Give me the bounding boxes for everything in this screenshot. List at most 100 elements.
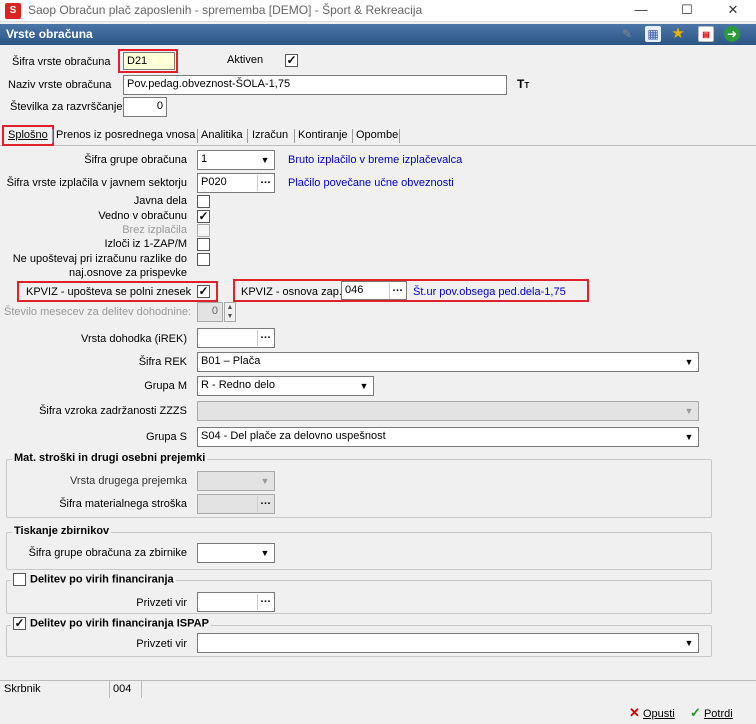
chevron-down-icon: ▼ [684, 357, 694, 367]
chevron-down-icon: ▼ [684, 638, 694, 648]
delitev-checkbox[interactable] [13, 573, 26, 586]
grupa-obracuna-select[interactable]: 1 ▼ [197, 150, 275, 170]
maximize-button[interactable]: ☐ [664, 0, 710, 22]
potrdi-button[interactable]: ✓ Potrdi [690, 705, 733, 721]
materialni-strosek-input: … [197, 494, 275, 514]
sifra-rek-label: Šifra REK [138, 356, 187, 368]
text-format-icon[interactable]: TT [517, 77, 529, 91]
vedno-label: Vedno v obračunu [98, 210, 187, 222]
sifra-vrste-label: Šifra vrste obračuna [12, 56, 111, 68]
tab-izracun[interactable]: Izračun [252, 129, 288, 141]
delitev-ispap-vir-label: Privzeti vir [136, 638, 187, 650]
skrbnik-label: Skrbnik [4, 683, 41, 695]
ellipsis-icon[interactable]: … [389, 283, 405, 299]
grupa-m-value: R - Redno delo [201, 379, 275, 391]
vrsta-prejemka-select: ▼ [197, 471, 275, 491]
ellipsis-icon[interactable]: … [257, 594, 273, 610]
sifra-rek-value: B01 – Plača [201, 355, 261, 367]
tab-splosno[interactable]: Splošno [8, 129, 48, 141]
naziv-input[interactable]: Pov.pedag.obveznost-ŠOLA-1,75 [123, 75, 507, 95]
delitev-ispap-title: Delitev po virih financiranja ISPAP [30, 617, 209, 630]
zzzs-select: ▼ [197, 401, 699, 421]
javna-dela-checkbox[interactable] [197, 195, 210, 208]
delitev-ispap-header: ✓ Delitev po virih financiranja ISPAP [11, 617, 211, 630]
stevilka-input[interactable]: 0 [123, 97, 167, 117]
sifra-rek-select[interactable]: B01 – Plača ▼ [197, 352, 699, 372]
kpviz-osnova-input[interactable]: 046… [341, 281, 407, 300]
stevilka-label: Številka za razvrščanje [10, 101, 123, 113]
opusti-button[interactable]: ✕ Opusti [629, 705, 675, 721]
vrsta-izplacila-input[interactable]: P020 … [197, 173, 275, 193]
app-icon: S [5, 3, 21, 19]
ellipsis-icon[interactable]: … [257, 496, 273, 512]
ellipsis-icon[interactable]: … [257, 175, 273, 191]
grupa-obracuna-value: 1 [201, 153, 208, 165]
neupostevaj-label-2: naj.osnove za prispevke [68, 267, 187, 279]
neupostevaj-checkbox[interactable] [197, 253, 210, 266]
delitev-title: Delitev po virih financiranja [30, 573, 174, 586]
ellipsis-icon[interactable]: … [257, 330, 273, 346]
zzzs-label: Šifra vzroka zadržanosti ZZZS [39, 405, 187, 417]
vrsta-dohodka-label: Vrsta dohodka (iREK) [81, 333, 187, 345]
vrsta-dohodka-input[interactable]: … [197, 328, 275, 348]
grupa-zbirnike-select[interactable]: ▼ [197, 543, 275, 563]
form-title: Vrste obračuna [6, 27, 93, 41]
grupa-m-label: Grupa M [144, 380, 187, 392]
cancel-icon: ✕ [629, 705, 640, 720]
chevron-down-icon: ▼ [359, 381, 369, 391]
chevron-down-icon: ▼ [260, 476, 270, 486]
delitev-vir-label: Privzeti vir [136, 597, 187, 609]
tab-prenos[interactable]: Prenos iz posrednega vnosa [56, 129, 195, 141]
delitev-ispap-vir-select[interactable]: ▼ [197, 633, 699, 653]
skrbnik-value: 004 [113, 683, 132, 695]
window-title: Saop Obračun plač zaposlenih - sprememba… [28, 3, 423, 17]
materialni-strosek-label: Šifra materialnega stroška [59, 498, 187, 510]
aktiven-label: Aktiven [227, 54, 264, 66]
aktiven-checkbox[interactable]: ✓ [285, 54, 298, 67]
close-button[interactable]: ✕ [710, 0, 756, 22]
export-icon[interactable]: ➜ [724, 26, 740, 42]
tab-bar: Splošno Prenos iz posrednega vnosa Anali… [0, 125, 756, 146]
stevilo-mesecev-label: Število mesecev za delitev dohodnine: [4, 306, 192, 318]
brez-izplacila-checkbox [197, 224, 210, 237]
delitev-vir-input[interactable]: … [197, 592, 275, 612]
vedno-checkbox[interactable]: ✓ [197, 210, 210, 223]
delitev-header: Delitev po virih financiranja [11, 573, 176, 586]
chevron-down-icon: ▼ [684, 432, 694, 442]
tiskanje-title: Tiskanje zbirnikov [12, 525, 112, 537]
calendar-icon[interactable]: ▦ [645, 26, 661, 42]
vrsta-izplacila-label: Šifra vrste izplačila v javnem sektorju [6, 177, 187, 189]
mat-stroski-title: Mat. stroški in drugi osebni prejemki [12, 452, 208, 464]
grupa-zbirnike-label: Šifra grupe obračuna za zbirnike [28, 547, 187, 559]
grupa-s-value: S04 - Del plače za delovno uspešnost [201, 430, 386, 442]
confirm-icon: ✓ [690, 705, 701, 720]
javna-dela-label: Javna dela [133, 195, 187, 207]
tab-analitika[interactable]: Analitika [201, 129, 243, 141]
opusti-label: Opusti [642, 708, 675, 720]
star-icon[interactable]: ★ [670, 26, 686, 42]
naziv-label: Naziv vrste obračuna [8, 79, 112, 91]
grupa-s-select[interactable]: S04 - Del plače za delovno uspešnost ▼ [197, 427, 699, 447]
izloci-label: Izloči iz 1-ZAP/M [104, 238, 187, 250]
grupa-obracuna-label: Šifra grupe obračuna [84, 154, 187, 166]
kpviz-osnova-label: KPVIZ - osnova zap. [241, 286, 342, 298]
tab-kontiranje[interactable]: Kontiranje [298, 129, 348, 141]
edit-icon[interactable]: ✎ [619, 26, 635, 42]
kpviz-label: KPVIZ - upošteva se polni znesek [26, 286, 192, 298]
izloci-checkbox[interactable] [197, 238, 210, 251]
pdf-icon[interactable]: ▤ [698, 26, 714, 42]
neupostevaj-label-1: Ne upoštevaj pri izračunu razlike do [12, 253, 187, 265]
tab-opombe[interactable]: Opombe [356, 129, 398, 141]
vrsta-izplacila-value: P020 [201, 176, 227, 188]
chevron-down-icon: ▼ [260, 548, 270, 558]
sifra-vrste-input[interactable]: D21 [123, 52, 175, 70]
status-bar: Skrbnik 004 [0, 680, 756, 698]
delitev-ispap-checkbox[interactable]: ✓ [13, 617, 26, 630]
kpviz-checkbox[interactable]: ✓ [197, 285, 210, 298]
vrsta-prejemka-label: Vrsta drugega prejemka [70, 475, 187, 487]
minimize-button[interactable]: — [618, 0, 664, 22]
kpviz-osnova-desc: Št.ur pov.obsega ped.dela-1,75 [413, 286, 566, 298]
potrdi-label: Potrdi [703, 708, 733, 720]
spinner-icon[interactable]: ▲ ▼ [224, 302, 236, 322]
grupa-m-select[interactable]: R - Redno delo ▼ [197, 376, 374, 396]
